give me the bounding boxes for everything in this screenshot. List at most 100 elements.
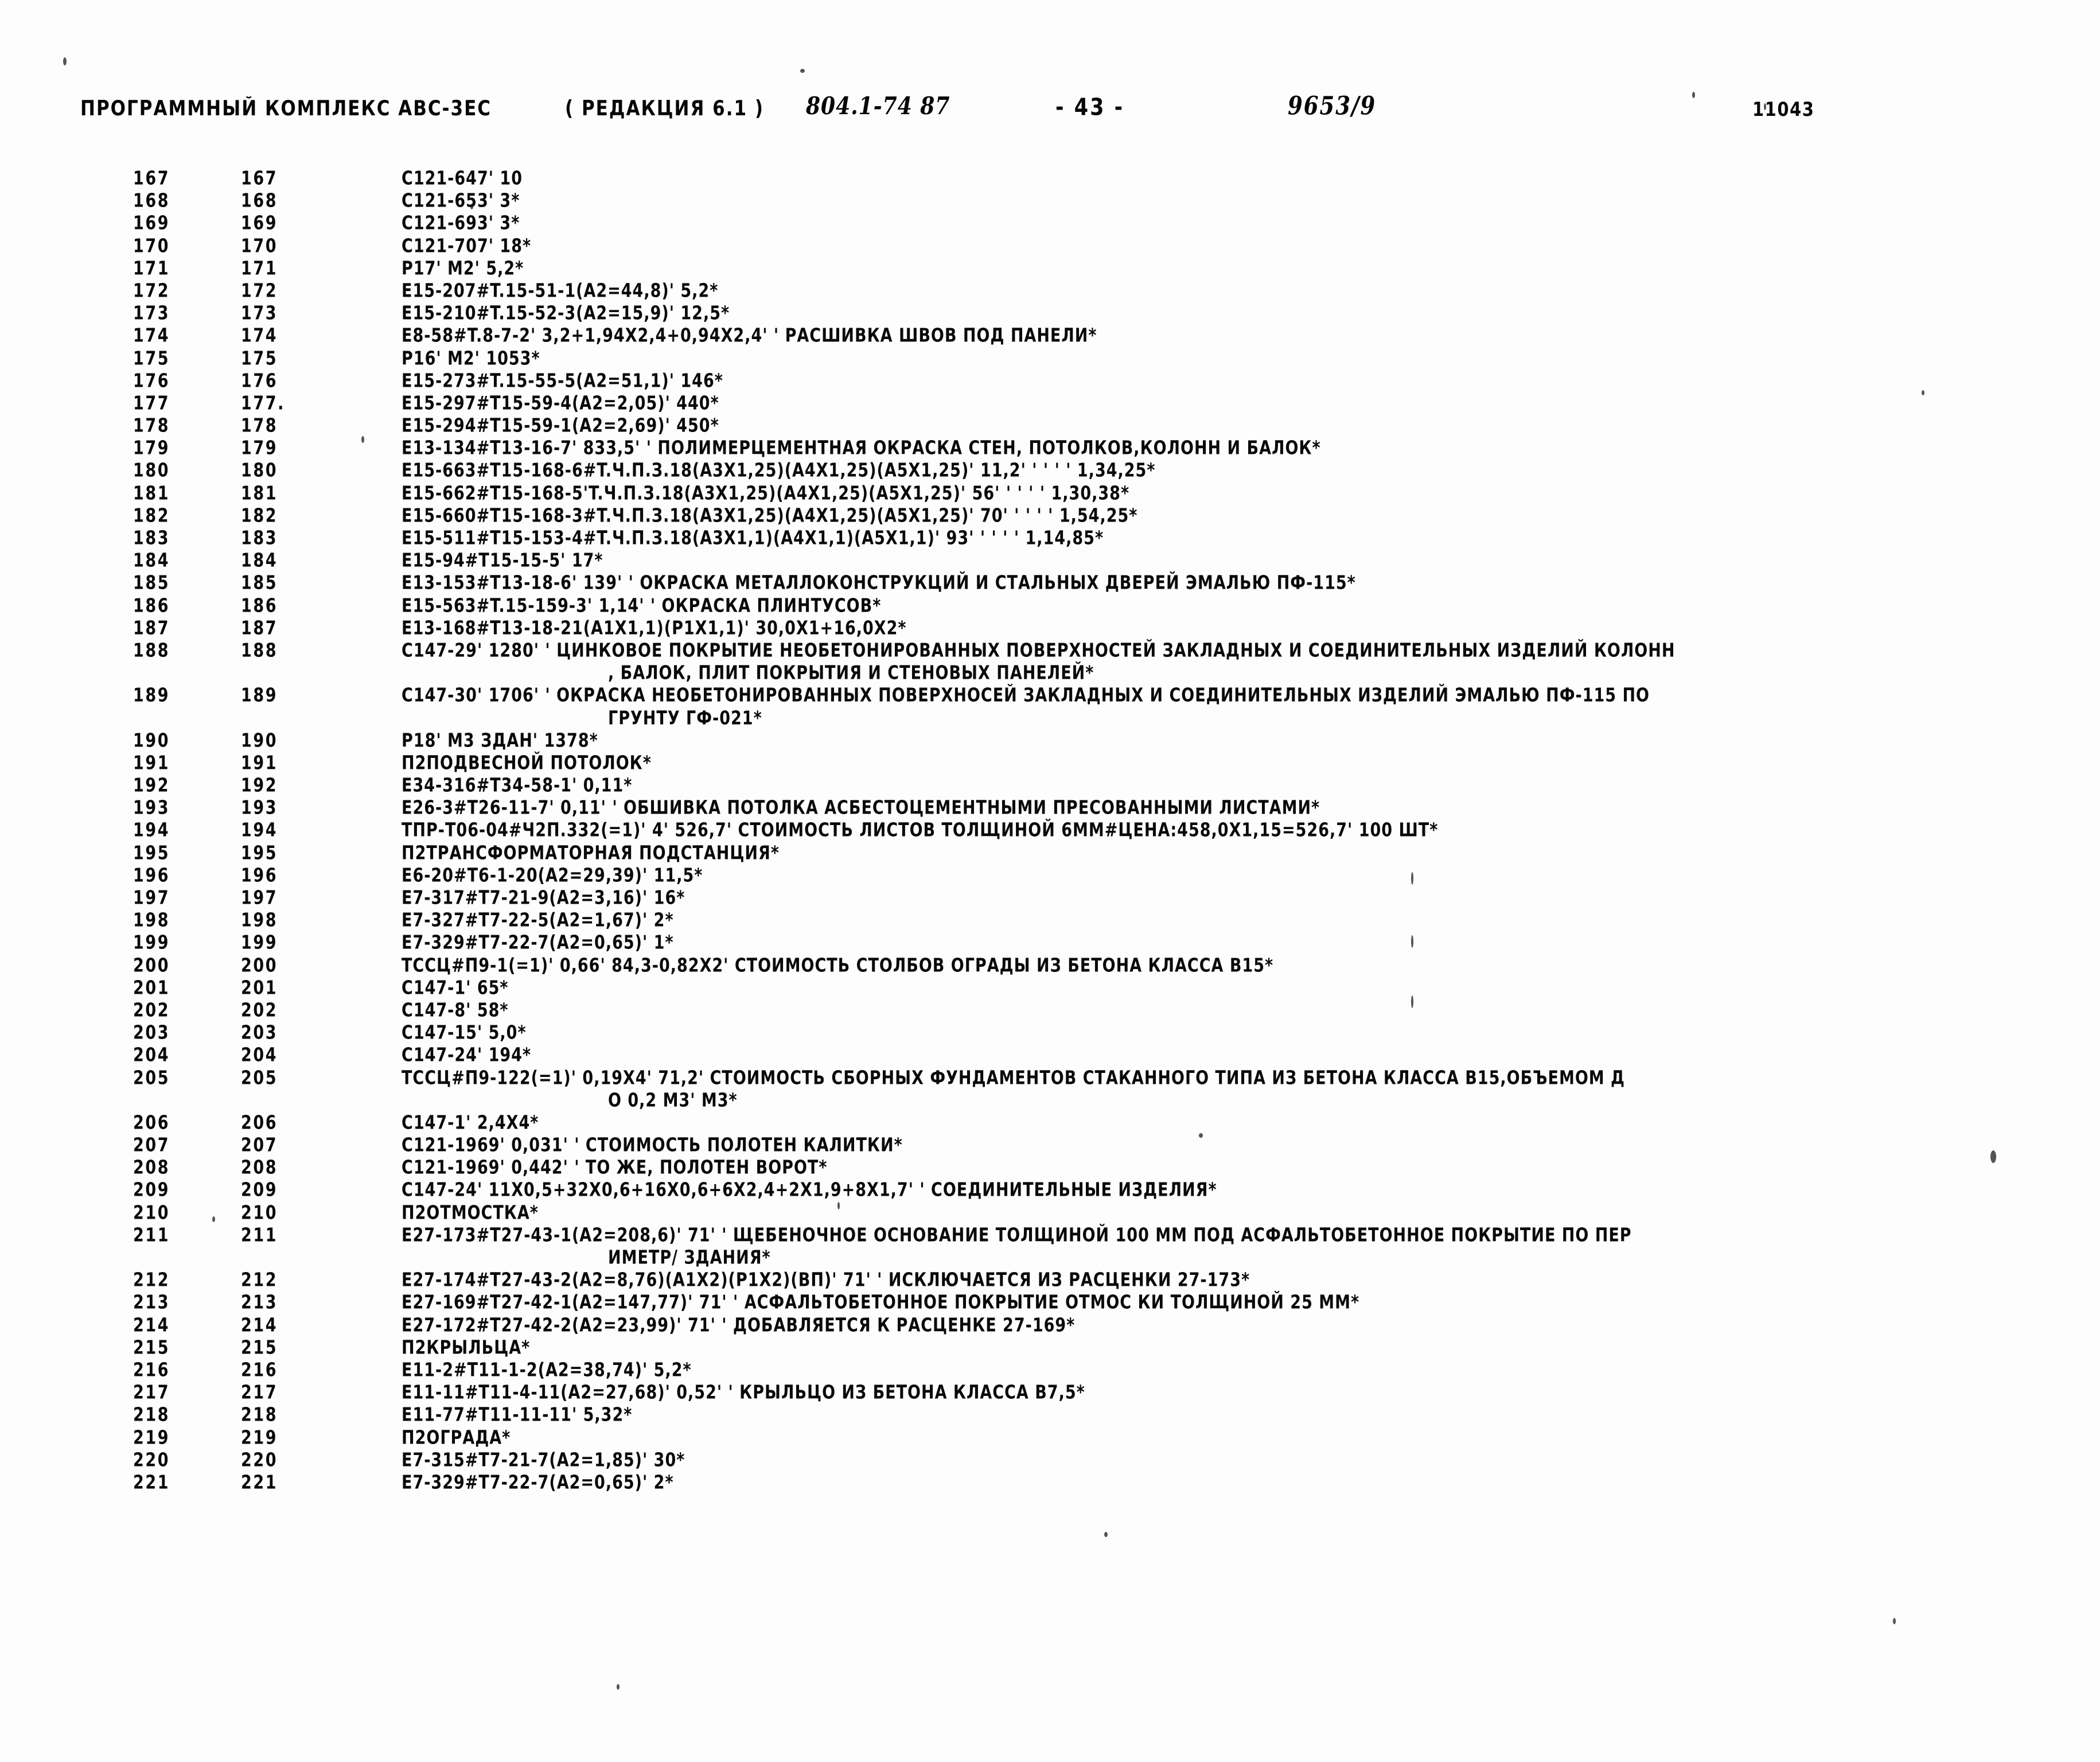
listing-row: 199 199 E7-329#T7-22-7(A2=0,65)' 1* bbox=[0, 932, 2100, 954]
listing-row: 170 170 C121-707' 18* bbox=[0, 235, 2100, 258]
line-number-secondary: 183 bbox=[241, 527, 278, 549]
scan-speckle bbox=[800, 69, 805, 73]
document-serial-number: 11043 bbox=[1752, 98, 1815, 121]
listing-row: 183 183 E15-511#T15-153-4#T.Ч.П.З.18(A3X1,… bbox=[0, 527, 2100, 550]
page-header: ПРОГРАММНЫЙ КОМПЛЕКС АВС-3ЕС ( РЕДАКЦИЯ … bbox=[0, 91, 2100, 137]
listing-row: 216 216 E11-2#T11-1-2(A2=38,74)' 5,2* bbox=[0, 1359, 2100, 1382]
listing-row: 208 208 C121-1969' 0,442' ' ТО ЖЕ, ПОЛОТЕН… bbox=[0, 1157, 2100, 1179]
line-number-primary: 187 bbox=[133, 617, 170, 639]
listing-row: 201 201 C147-1' 65* bbox=[0, 977, 2100, 999]
line-number-primary: 206 bbox=[133, 1111, 170, 1134]
estimate-code-text: E15-663#T15-168-6#T.Ч.П.З.18(A3X1,25)(A4… bbox=[402, 460, 1156, 482]
listing-row: 209 209 C147-24' 11X0,5+32X0,6+16X0,6+6X2,… bbox=[0, 1179, 2100, 1201]
order-number: 9653/9 bbox=[1288, 91, 1377, 120]
listing-row: 182 182 E15-660#T15-168-3#T.Ч.П.З.18(A3X1,… bbox=[0, 505, 2100, 527]
line-number-primary: 176 bbox=[133, 369, 170, 392]
listing-row: 221 221 E7-329#T7-22-7(A2=0,65)' 2* bbox=[0, 1472, 2100, 1494]
listing-row: 206 206 C147-1' 2,4X4* bbox=[0, 1112, 2100, 1134]
line-number-primary: 186 bbox=[133, 594, 170, 617]
line-number-primary: 221 bbox=[133, 1471, 170, 1493]
estimate-code-text: C147-24' 194* bbox=[402, 1044, 532, 1067]
line-number-primary: 181 bbox=[133, 482, 170, 504]
line-number-secondary: 176 bbox=[241, 369, 278, 392]
estimate-code-text: C147-1' 2,4X4* bbox=[402, 1111, 539, 1134]
listing-row: 192 192 E34-316#T34-58-1' 0,11* bbox=[0, 775, 2100, 797]
listing-row: 180 180 E15-663#T15-168-6#T.Ч.П.З.18(A3X1,… bbox=[0, 460, 2100, 482]
listing-row: 197 197 E7-317#T7-21-9(A2=3,16)' 16* bbox=[0, 887, 2100, 909]
listing-row-continuation: ГРУНТУ ГФ-021* bbox=[0, 707, 2100, 730]
line-number-secondary: 210 bbox=[241, 1201, 278, 1224]
line-number-primary: 173 bbox=[133, 302, 170, 324]
line-number-secondary: 198 bbox=[241, 909, 278, 932]
line-number-secondary: 208 bbox=[241, 1157, 278, 1179]
scan-speckle bbox=[1104, 1532, 1108, 1537]
estimate-code-text: E7-317#T7-21-9(A2=3,16)' 16* bbox=[402, 887, 685, 909]
estimate-code-text: E7-329#T7-22-7(A2=0,65)' 2* bbox=[402, 1471, 674, 1493]
estimate-code-text: E6-20#T6-1-20(A2=29,39)' 11,5* bbox=[402, 864, 703, 886]
estimate-code-text: E13-134#T13-16-7' 833,5' ' ПОЛИМЕРЦЕМЕНТ… bbox=[402, 437, 1321, 460]
line-number-primary: 179 bbox=[133, 437, 170, 460]
estimate-code-text: P17' M2' 5,2* bbox=[402, 257, 524, 279]
listing-row: 214 214 E27-172#T27-42-2(A2=23,99)' 71' ' … bbox=[0, 1314, 2100, 1337]
line-number-primary: 177 bbox=[133, 392, 170, 414]
estimate-code-text: E15-297#T15-59-4(A2=2,05)' 440* bbox=[402, 392, 719, 414]
line-number-primary: 201 bbox=[133, 977, 170, 999]
line-number-secondary: 194 bbox=[241, 819, 278, 842]
estimate-code-text: E15-294#T15-59-1(A2=2,69)' 450* bbox=[402, 415, 719, 437]
line-number-primary: 200 bbox=[133, 954, 170, 977]
program-complex-title: ПРОГРАММНЫЙ КОМПЛЕКС АВС-3ЕС bbox=[80, 96, 492, 121]
line-number-primary: 218 bbox=[133, 1404, 170, 1426]
listing-row: 187 187 E13-168#T13-18-21(A1X1,1)(P1X1,1)'… bbox=[0, 617, 2100, 640]
line-number-secondary: 189 bbox=[241, 684, 278, 707]
estimate-code-continuation: , БАЛОК, ПЛИТ ПОКРЫТИЯ И СТЕНОВЫХ ПАНЕЛЕ… bbox=[608, 662, 1094, 684]
listing-row: 179 179 E13-134#T13-16-7' 833,5' ' ПОЛИМЕР… bbox=[0, 437, 2100, 460]
listing-row-continuation: ИМЕТР/ ЗДАНИЯ* bbox=[0, 1247, 2100, 1269]
estimate-code-text: P18' M3 ЗДАН' 1378* bbox=[402, 729, 598, 752]
estimate-code-text: E11-11#T11-4-11(A2=27,68)' 0,52' ' КРЫЛЬ… bbox=[402, 1382, 1085, 1403]
listing-row: 177 177. E15-297#T15-59-4(A2=2,05)' 440* bbox=[0, 392, 2100, 415]
estimate-code-text: C147-30' 1706' ' ОКРАСКА НЕОБЕТОНИРОВАНН… bbox=[402, 684, 1650, 707]
code-listing: 167 167 C121-647' 10 168 168 C121-653' 3* 169 1… bbox=[0, 168, 2100, 1494]
listing-row: 190 190 P18' M3 ЗДАН' 1378* bbox=[0, 730, 2100, 752]
estimate-code-text: E7-315#T7-21-7(A2=1,85)' 30* bbox=[402, 1449, 685, 1471]
estimate-code-text: C121-693' 3* bbox=[402, 212, 520, 235]
line-number-secondary: 204 bbox=[241, 1044, 278, 1067]
listing-row: 189 189 C147-30' 1706' ' ОКРАСКА НЕОБЕТОНИ… bbox=[0, 684, 2100, 707]
estimate-code-text: E15-563#T.15-159-3' 1,14' ' ОКРАСКА ПЛИН… bbox=[402, 594, 882, 617]
estimate-code-text: C121-647' 10 bbox=[402, 168, 523, 189]
edition-label: ( РЕДАКЦИЯ 6.1 ) bbox=[565, 96, 765, 121]
line-number-primary: 169 bbox=[133, 212, 170, 235]
line-number-secondary: 202 bbox=[241, 999, 278, 1021]
listing-row: 215 215 П2КРЫЛЬЦА* bbox=[0, 1337, 2100, 1359]
line-number-primary: 185 bbox=[133, 572, 170, 594]
line-number-primary: 170 bbox=[133, 235, 170, 257]
line-number-secondary: 214 bbox=[241, 1314, 278, 1336]
estimate-code-text: ТССЦ#П9-122(=1)' 0,19X4' 71,2' СТОИМОСТЬ… bbox=[402, 1067, 1626, 1089]
listing-row: 196 196 E6-20#T6-1-20(A2=29,39)' 11,5* bbox=[0, 865, 2100, 887]
line-number-primary: 172 bbox=[133, 279, 170, 302]
line-number-primary: 196 bbox=[133, 864, 170, 886]
line-number-primary: 175 bbox=[133, 347, 170, 369]
line-number-primary: 209 bbox=[133, 1179, 170, 1201]
estimate-code-text: ТПР-Т06-04#Ч2П.332(=1)' 4' 526,7' СТОИМО… bbox=[402, 819, 1439, 842]
estimate-code-text: П2ОТМОСТКА* bbox=[402, 1201, 539, 1224]
scan-speckle bbox=[617, 1684, 620, 1690]
listing-row: 213 213 E27-169#T27-42-1(A2=147,77)' 71' '… bbox=[0, 1292, 2100, 1314]
listing-row: 167 167 C121-647' 10 bbox=[0, 168, 2100, 190]
estimate-code-text: E15-273#T.15-55-5(A2=51,1)' 146* bbox=[402, 369, 723, 392]
line-number-primary: 191 bbox=[133, 752, 170, 774]
listing-row: 176 176 E15-273#T.15-55-5(A2=51,1)' 146* bbox=[0, 370, 2100, 392]
line-number-secondary: 169 bbox=[241, 212, 278, 235]
estimate-code-text: П2ПОДВЕСНОЙ ПОТОЛОК* bbox=[402, 752, 652, 774]
listing-row: 210 210 П2ОТМОСТКА* bbox=[0, 1202, 2100, 1224]
listing-row: 193 193 E26-3#T26-11-7' 0,11' ' ОБШИВКА ПО… bbox=[0, 797, 2100, 819]
line-number-secondary: 175 bbox=[241, 347, 278, 369]
line-number-primary: 198 bbox=[133, 909, 170, 932]
listing-row: 186 186 E15-563#T.15-159-3' 1,14' ' ОКРАСК… bbox=[0, 595, 2100, 617]
listing-row: 168 168 C121-653' 3* bbox=[0, 190, 2100, 212]
estimate-code-text: E15-662#T15-168-5'T.Ч.П.З.18(A3X1,25)(A4… bbox=[402, 482, 1130, 504]
line-number-primary: 189 bbox=[133, 684, 170, 707]
listing-row: 184 184 E15-94#T15-15-5' 17* bbox=[0, 550, 2100, 572]
line-number-secondary: 188 bbox=[241, 639, 278, 662]
line-number-primary: 215 bbox=[133, 1336, 170, 1359]
